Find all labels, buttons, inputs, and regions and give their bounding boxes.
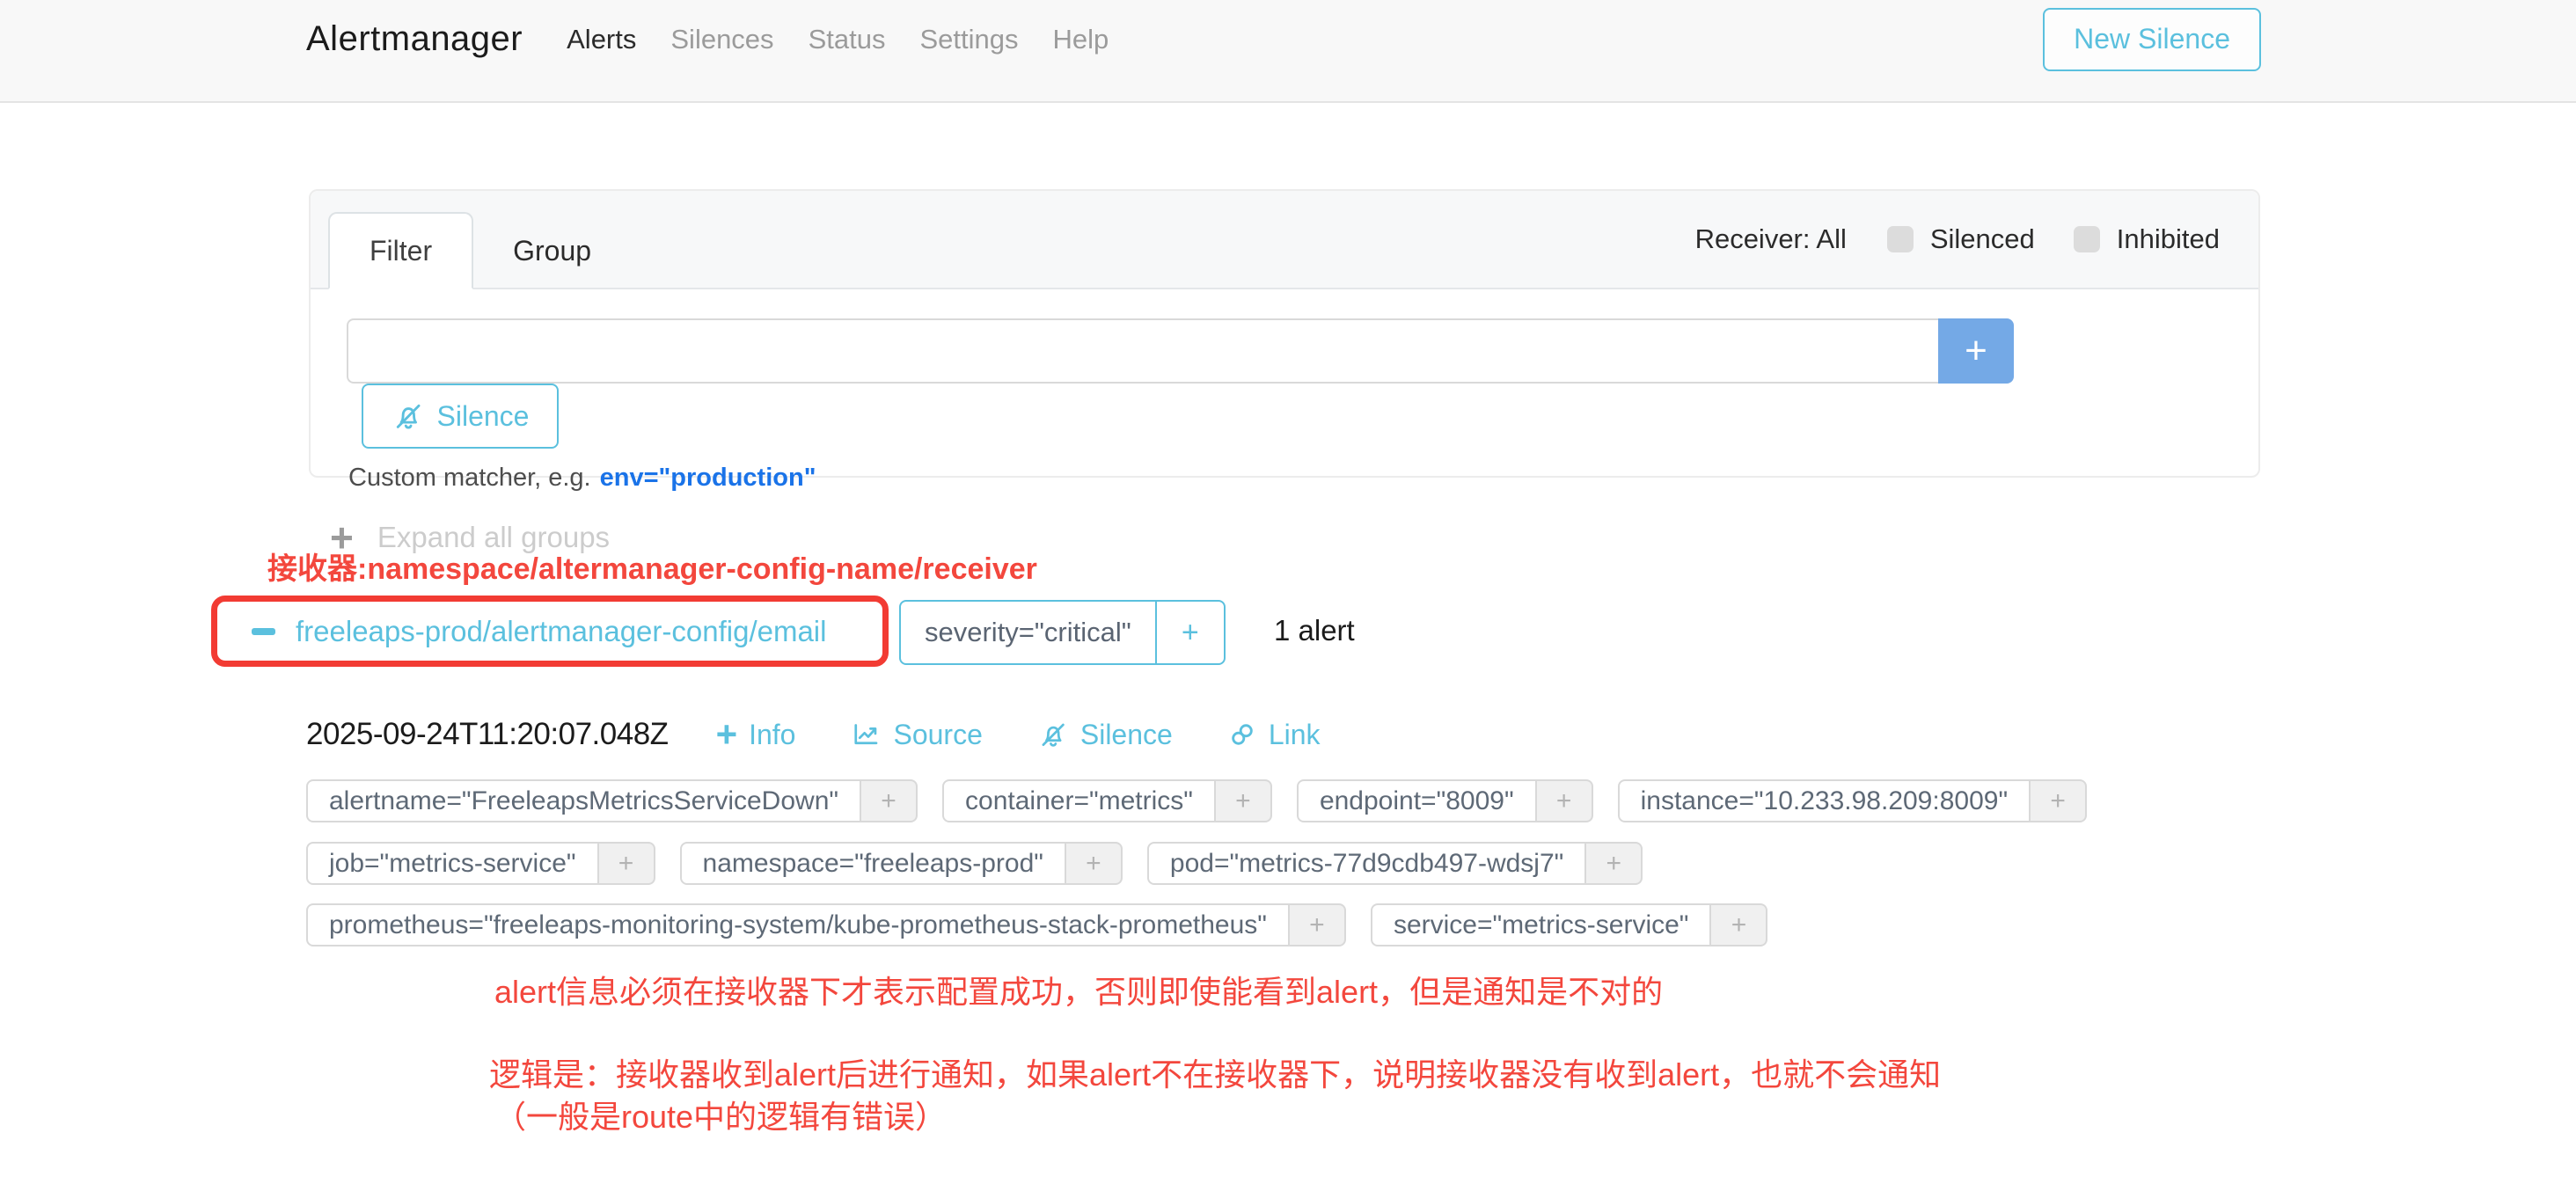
filter-tabs: Filter Group: [328, 212, 631, 289]
chart-line-icon: [850, 719, 882, 750]
group-receiver-link[interactable]: freeleaps-prod/alertmanager-config/email: [252, 615, 826, 648]
add-filter-button[interactable]: +: [1066, 842, 1123, 885]
link-icon: [1227, 720, 1257, 749]
add-filter-button[interactable]: +: [1537, 779, 1593, 822]
label-tag-instance: instance="10.233.98.209:8009" +: [1618, 779, 2087, 822]
plus-icon: +: [716, 719, 738, 750]
action-silence-label: Silence: [1080, 719, 1173, 751]
tab-group[interactable]: Group: [473, 212, 631, 289]
nav-item-alerts[interactable]: Alerts: [567, 24, 636, 55]
bell-slash-icon: [1037, 719, 1069, 750]
alert-labels-row-1: alertname="FreeleapsMetricsServiceDown" …: [306, 779, 2087, 822]
add-filter-button[interactable]: +: [1290, 903, 1346, 946]
main-nav: Alerts Silences Status Settings Help: [567, 24, 1109, 55]
alert-action-silence[interactable]: Silence: [1037, 719, 1173, 751]
receiver-dropdown[interactable]: Receiver: All: [1695, 223, 1847, 255]
add-group-matcher-button[interactable]: +: [1155, 602, 1224, 663]
alert-meta-row: 2025-09-24T11:20:07.048Z + Info Source S…: [306, 713, 1375, 756]
silenced-checkbox[interactable]: [1887, 226, 1914, 252]
annotation-logic-note-2: （一般是route中的逻辑有错误）: [494, 1092, 947, 1137]
annotation-highlight-box: freeleaps-prod/alertmanager-config/email: [211, 596, 889, 667]
label-text: instance="10.233.98.209:8009": [1618, 779, 2031, 822]
alert-action-info[interactable]: + Info: [716, 719, 796, 751]
label-text: container="metrics": [942, 779, 1216, 822]
label-tag-alertname: alertname="FreeleapsMetricsServiceDown" …: [306, 779, 918, 822]
new-silence-button[interactable]: New Silence: [2043, 8, 2261, 71]
label-text: endpoint="8009": [1297, 779, 1537, 822]
label-text: alertname="FreeleapsMetricsServiceDown": [306, 779, 861, 822]
label-text: prometheus="freeleaps-monitoring-system/…: [306, 903, 1290, 946]
alert-labels-row-3: prometheus="freeleaps-monitoring-system/…: [306, 903, 1767, 946]
label-text: pod="metrics-77d9cdb497-wdsj7": [1147, 842, 1586, 885]
label-tag-prometheus: prometheus="freeleaps-monitoring-system/…: [306, 903, 1346, 946]
label-tag-namespace: namespace="freeleaps-prod" +: [680, 842, 1123, 885]
filter-card: Filter Group Receiver: All Silenced Inhi…: [309, 189, 2260, 478]
label-text: service="metrics-service": [1371, 903, 1712, 946]
alert-action-link[interactable]: Link: [1227, 719, 1321, 751]
label-tag-endpoint: endpoint="8009" +: [1297, 779, 1593, 822]
add-filter-button[interactable]: +: [2031, 779, 2087, 822]
label-text: namespace="freeleaps-prod": [680, 842, 1066, 885]
filter-card-header: Filter Group Receiver: All Silenced Inhi…: [311, 191, 2258, 289]
silence-button-label: Silence: [437, 400, 530, 433]
action-link-label: Link: [1269, 719, 1321, 751]
add-filter-button[interactable]: +: [1711, 903, 1767, 946]
label-tag-pod: pod="metrics-77d9cdb497-wdsj7" +: [1147, 842, 1643, 885]
label-tag-job: job="metrics-service" +: [306, 842, 655, 885]
app-brand[interactable]: Alertmanager: [306, 19, 523, 59]
matcher-help-text: Custom matcher, e.g. env="production": [347, 464, 2223, 493]
action-source-label: Source: [893, 719, 982, 751]
annotation-logic-note-1: 逻辑是：接收器收到alert后进行通知，如果alert不在接收器下，说明接收器没…: [489, 1049, 1941, 1095]
bell-slash-icon: [392, 399, 425, 433]
matcher-input-group: +: [347, 318, 2014, 384]
silence-from-filter-button[interactable]: Silence: [362, 384, 559, 449]
annotation-receiver-note: 接收器:namespace/altermanager-config-name/r…: [267, 544, 1037, 588]
add-filter-button[interactable]: +: [1586, 842, 1643, 885]
alert-timestamp: 2025-09-24T11:20:07.048Z: [306, 717, 669, 752]
help-prefix: Custom matcher, e.g.: [348, 464, 591, 492]
inhibited-checkbox[interactable]: [2074, 226, 2100, 252]
minus-icon: [252, 628, 275, 635]
label-text: job="metrics-service": [306, 842, 599, 885]
inhibited-label[interactable]: Inhibited: [2117, 223, 2220, 255]
tab-filter[interactable]: Filter: [328, 212, 473, 289]
nav-item-silences[interactable]: Silences: [670, 24, 773, 55]
filter-card-body: + Silence Custom matcher, e.g. env="produ…: [311, 289, 2258, 493]
annotation-alert-note: alert信息必须在接收器下才表示配置成功，否则即使能看到alert，但是通知是…: [494, 967, 1663, 1012]
group-receiver-path: freeleaps-prod/alertmanager-config/email: [296, 615, 826, 648]
add-matcher-button[interactable]: +: [1938, 318, 2014, 384]
filter-options: Receiver: All Silenced Inhibited: [1695, 191, 2220, 288]
nav-item-settings[interactable]: Settings: [919, 24, 1018, 55]
action-info-label: Info: [749, 719, 795, 751]
alert-action-source[interactable]: Source: [850, 719, 982, 751]
add-filter-button[interactable]: +: [861, 779, 918, 822]
navbar: Alertmanager Alerts Silences Status Sett…: [0, 0, 2576, 103]
add-filter-button[interactable]: +: [599, 842, 655, 885]
silenced-label[interactable]: Silenced: [1930, 223, 2035, 255]
nav-item-status[interactable]: Status: [809, 24, 886, 55]
group-alert-count: 1 alert: [1274, 614, 1355, 647]
label-tag-container: container="metrics" +: [942, 779, 1272, 822]
help-example-link[interactable]: env="production": [600, 464, 816, 492]
group-matcher-pill: severity="critical" +: [899, 600, 1226, 665]
add-filter-button[interactable]: +: [1216, 779, 1272, 822]
nav-item-help[interactable]: Help: [1052, 24, 1109, 55]
alert-labels-row-2: job="metrics-service" + namespace="freel…: [306, 842, 1643, 885]
group-matcher-text: severity="critical": [901, 602, 1155, 663]
label-tag-service: service="metrics-service" +: [1371, 903, 1768, 946]
matcher-input[interactable]: [347, 318, 1938, 384]
